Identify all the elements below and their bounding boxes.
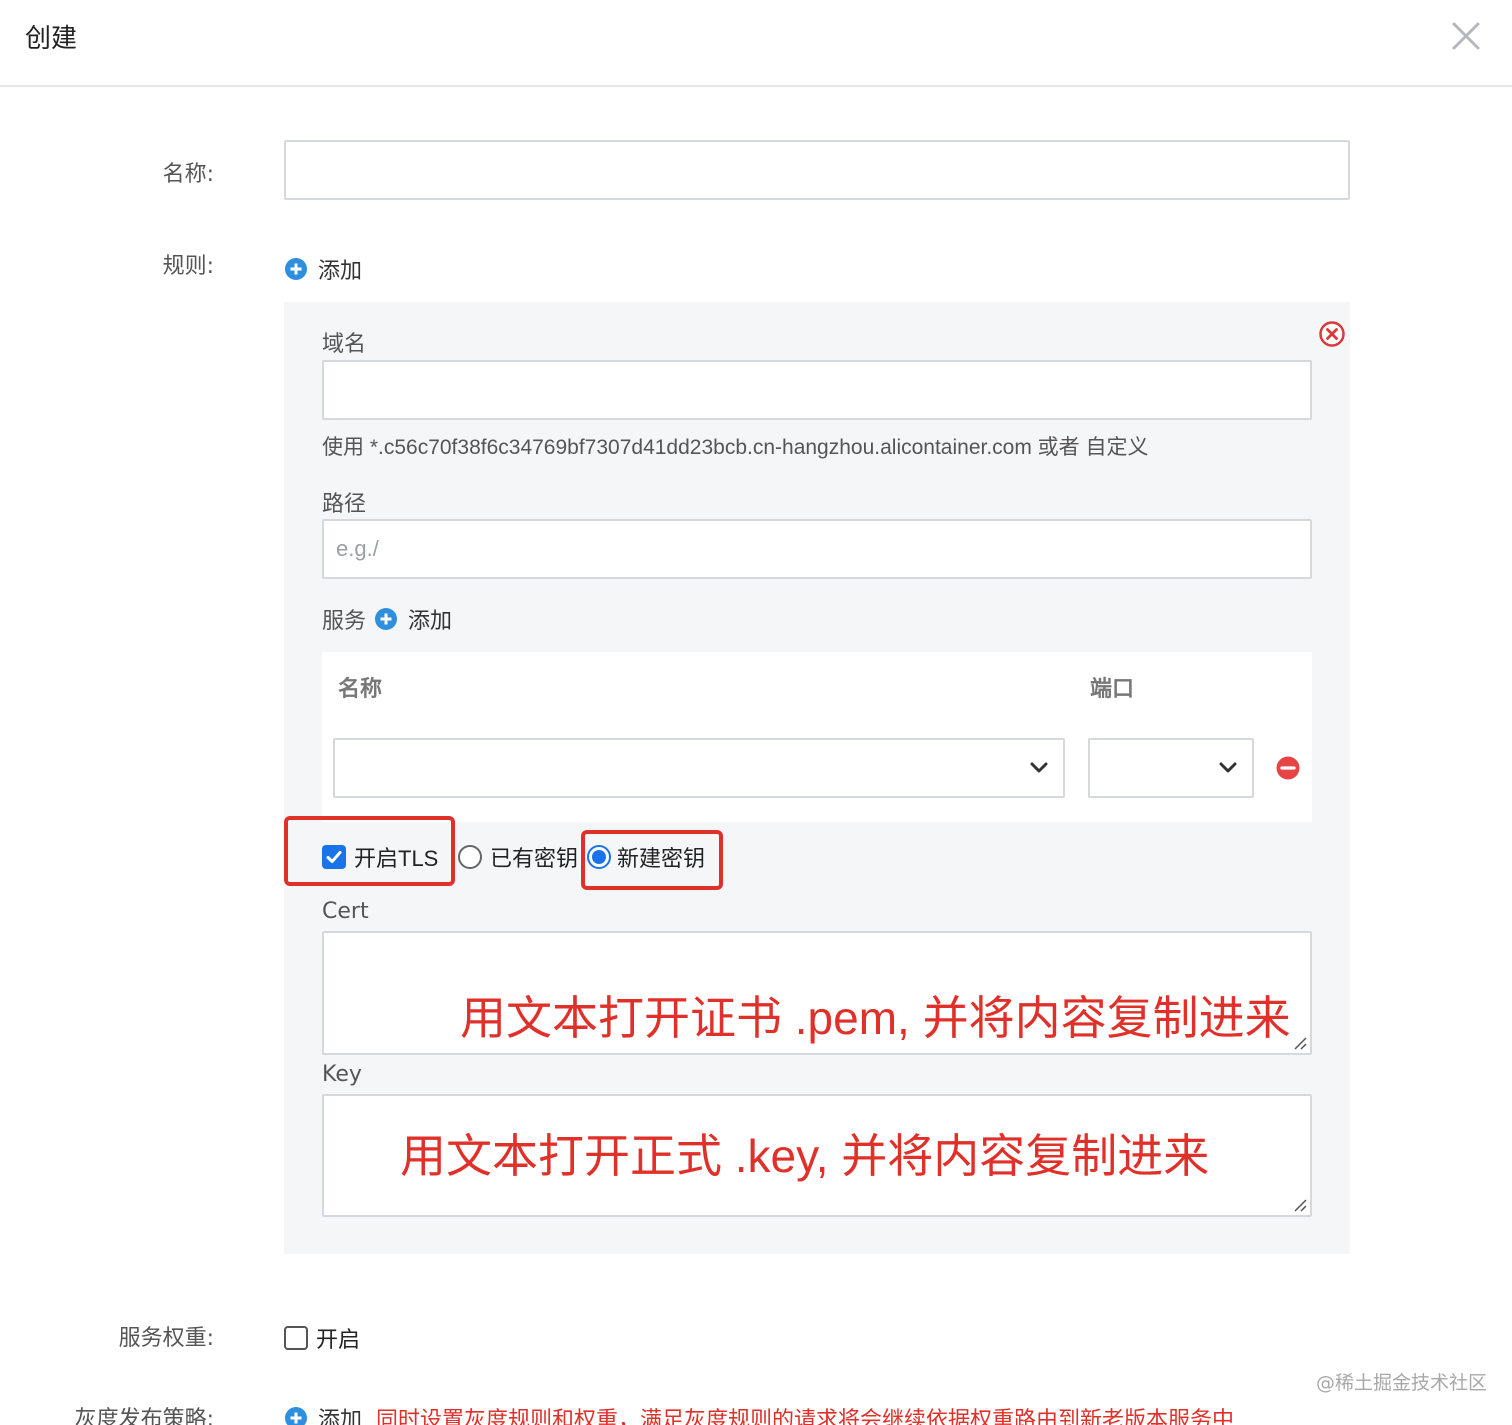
rules-add-label: 添加 xyxy=(318,259,363,284)
key-annotation: 用文本打开正式 .key, 并将内容复制进来 xyxy=(400,1130,1210,1182)
header-divider xyxy=(0,85,1512,87)
weight-toggle-label: 开启 xyxy=(316,1327,361,1352)
tls-checkbox[interactable]: 开启TLS xyxy=(322,841,438,873)
name-label: 名称: xyxy=(162,162,214,187)
service-port-select[interactable] xyxy=(1088,738,1254,798)
existing-secret-radio[interactable]: 已有密钥 xyxy=(458,841,578,873)
plus-circle-icon xyxy=(375,608,398,630)
radio-selected[interactable] xyxy=(587,845,611,869)
rules-label: 规则: xyxy=(162,254,214,279)
radio-dot xyxy=(592,850,606,864)
chevron-down-icon xyxy=(1219,762,1237,773)
weight-checkbox[interactable]: 开启 xyxy=(284,1322,360,1354)
weight-label: 服务权重: xyxy=(118,1326,214,1351)
remove-circle-icon[interactable] xyxy=(1318,320,1346,348)
service-add-button[interactable]: 添加 xyxy=(374,603,452,635)
rules-add-button[interactable]: 添加 xyxy=(284,253,362,285)
path-label: 路径 xyxy=(322,492,367,517)
resize-grip-icon[interactable] xyxy=(1291,1034,1307,1050)
resize-grip-icon[interactable] xyxy=(1291,1196,1307,1212)
tls-label: 开启TLS xyxy=(354,846,439,871)
checkbox-unchecked[interactable] xyxy=(284,1326,308,1350)
canary-note: 同时设置灰度规则和权重，满足灰度规则的请求将会继续依据权重路由到新老版本服务中 xyxy=(376,1408,1235,1425)
new-secret-label: 新建密钥 xyxy=(617,846,706,871)
cert-annotation: 用文本打开证书 .pem, 并将内容复制进来 xyxy=(460,992,1291,1044)
domain-hint: 使用 *.c56c70f38f6c34769bf7307d41dd23bcb.c… xyxy=(322,436,1149,459)
canary-add-button[interactable]: 添加 xyxy=(284,1402,362,1425)
service-add-label: 添加 xyxy=(408,609,453,634)
service-label: 服务 xyxy=(322,609,367,634)
existing-secret-label: 已有密钥 xyxy=(490,846,579,871)
radio-unselected[interactable] xyxy=(458,845,482,869)
cert-label: Cert xyxy=(322,899,369,924)
canary-label: 灰度发布策略: xyxy=(74,1407,214,1425)
minus-circle-icon[interactable] xyxy=(1276,756,1300,780)
service-col-port: 端口 xyxy=(1090,677,1135,702)
check-icon xyxy=(326,851,342,863)
new-secret-radio[interactable]: 新建密钥 xyxy=(587,841,705,873)
chevron-down-icon xyxy=(1030,762,1048,773)
domain-input[interactable] xyxy=(322,360,1312,420)
plus-circle-icon xyxy=(285,1407,307,1425)
dialog-title: 创建 xyxy=(25,24,78,54)
watermark: @稀土掘金技术社区 xyxy=(1316,1372,1488,1394)
path-input[interactable] xyxy=(322,519,1312,579)
service-header: 服务 添加 xyxy=(322,603,452,635)
domain-label: 域名 xyxy=(322,332,367,357)
checkbox-checked[interactable] xyxy=(322,845,346,869)
close-icon[interactable] xyxy=(1450,20,1482,52)
plus-circle-icon xyxy=(285,258,307,280)
service-name-select[interactable] xyxy=(333,738,1065,798)
canary-add-label: 添加 xyxy=(318,1408,363,1425)
name-input[interactable] xyxy=(284,140,1350,200)
service-col-name: 名称 xyxy=(338,677,383,702)
key-label: Key xyxy=(322,1062,362,1087)
